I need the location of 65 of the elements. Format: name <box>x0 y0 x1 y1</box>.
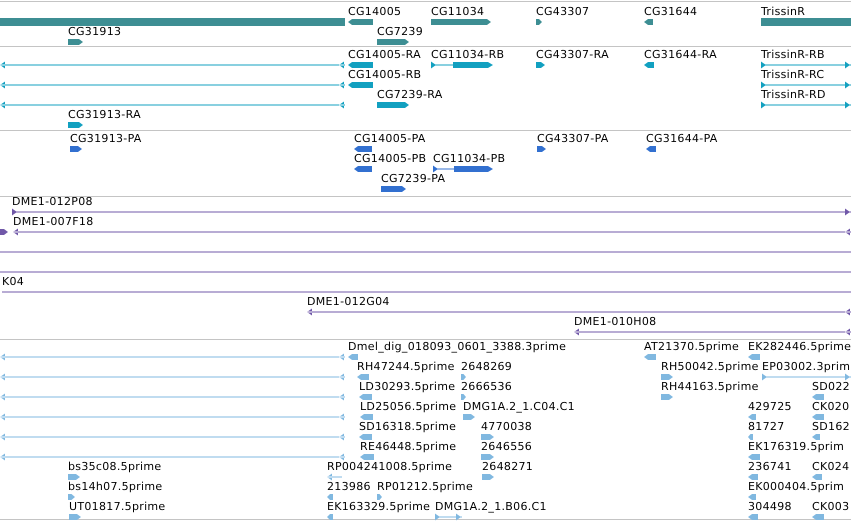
feature-label: DMG1A.2_1.B06.C1 <box>435 501 547 513</box>
feature-label: CG7239-RA <box>377 89 443 101</box>
feature-label: bs35c08.5prime <box>68 461 162 473</box>
feature-label: SD022 <box>812 381 850 393</box>
feature-label: CG31644 <box>644 6 698 18</box>
feature-label: CG7239 <box>377 26 423 38</box>
feature-label: Dmel_dig_018093_0601_3388.3prime <box>348 341 566 353</box>
feature-label: DME1-010H08 <box>574 316 656 328</box>
feature-label: 429725 <box>748 401 792 413</box>
feature-label: EP03002.3prim <box>762 361 850 373</box>
feature-label: EK176319.5prim <box>748 441 844 453</box>
feature-label: TrissinR <box>761 6 806 18</box>
feature-label: CG7239-PA <box>381 173 446 185</box>
feature-label: EK163329.5prime <box>327 501 430 513</box>
feature-label: RH47244.5prime <box>357 361 455 373</box>
feature-label: RP01212.5prime <box>377 481 474 493</box>
feature-label: DMG1A.2_1.C04.C1 <box>463 401 575 413</box>
feature-label: SD162 <box>812 421 850 433</box>
feature-label: TrissinR-RB <box>761 49 825 61</box>
feature-label: CG11034-PB <box>433 153 506 165</box>
feature-label: CG14005 <box>348 6 402 18</box>
feature-label: CK020 <box>812 401 850 413</box>
feature-label: TrissinR-RC <box>761 69 824 81</box>
feature-label: EK000404.5prim <box>748 481 844 493</box>
feature-label: 2648269 <box>461 361 512 373</box>
feature-label: DME1-007F18 <box>13 216 94 228</box>
feature-label: CG11034 <box>431 6 484 18</box>
feature-label: LD30293.5prime <box>359 381 456 393</box>
feature-label: CG14005-RA <box>348 49 421 61</box>
feature-label: EK282446.5prime <box>748 341 851 353</box>
feature-label: 4770038 <box>481 421 532 433</box>
feature-label: CG31913-PA <box>70 133 142 145</box>
feature-label: CK003 <box>812 501 850 513</box>
feature-label: RH50042.5prime <box>661 361 759 373</box>
feature-label: CG31913 <box>68 26 122 38</box>
feature-label: CG14005-PA <box>354 133 426 145</box>
feature-label: 2646556 <box>481 441 532 453</box>
feature-label: RE46448.5prime <box>360 441 456 453</box>
feature-label: SD16318.5prime <box>359 421 456 433</box>
feature-label: 2648271 <box>482 461 534 473</box>
feature-label: bs14h07.5prime <box>68 481 162 493</box>
feature-label: 2666536 <box>461 381 512 393</box>
feature-label: 81727 <box>748 421 784 433</box>
feature-label: 304498 <box>748 501 792 513</box>
feature-label: CG43307-PA <box>537 133 609 145</box>
feature-label: UT01817.5prime <box>69 501 166 513</box>
feature-label: K04 <box>2 276 24 288</box>
feature-label: CG43307 <box>536 6 590 18</box>
feature-label: RP004241008.5prime <box>327 461 452 473</box>
feature-label: CG43307-RA <box>536 49 609 61</box>
feature-label: DME1-012G04 <box>307 296 390 308</box>
feature-label: RH44163.5prime <box>661 381 759 393</box>
feature-label: CG14005-PB <box>354 153 426 165</box>
feature-label: AT21370.5prime <box>644 341 740 353</box>
feature-label: TrissinR-RD <box>761 89 826 101</box>
feature-label: CG31913-RA <box>68 109 141 121</box>
feature-label: CG31644-PA <box>646 133 718 145</box>
feature-label: LD25056.5prime <box>360 401 456 413</box>
feature-label: DME1-012P08 <box>12 196 93 208</box>
feature-label: CG31644-RA <box>644 49 717 61</box>
feature-label: CK024 <box>812 461 850 473</box>
feature-label: 213986 <box>327 481 371 493</box>
feature-label: 236741 <box>748 461 792 473</box>
feature-label: CG11034-RB <box>431 49 504 61</box>
feature-label: CG14005-RB <box>348 69 422 81</box>
